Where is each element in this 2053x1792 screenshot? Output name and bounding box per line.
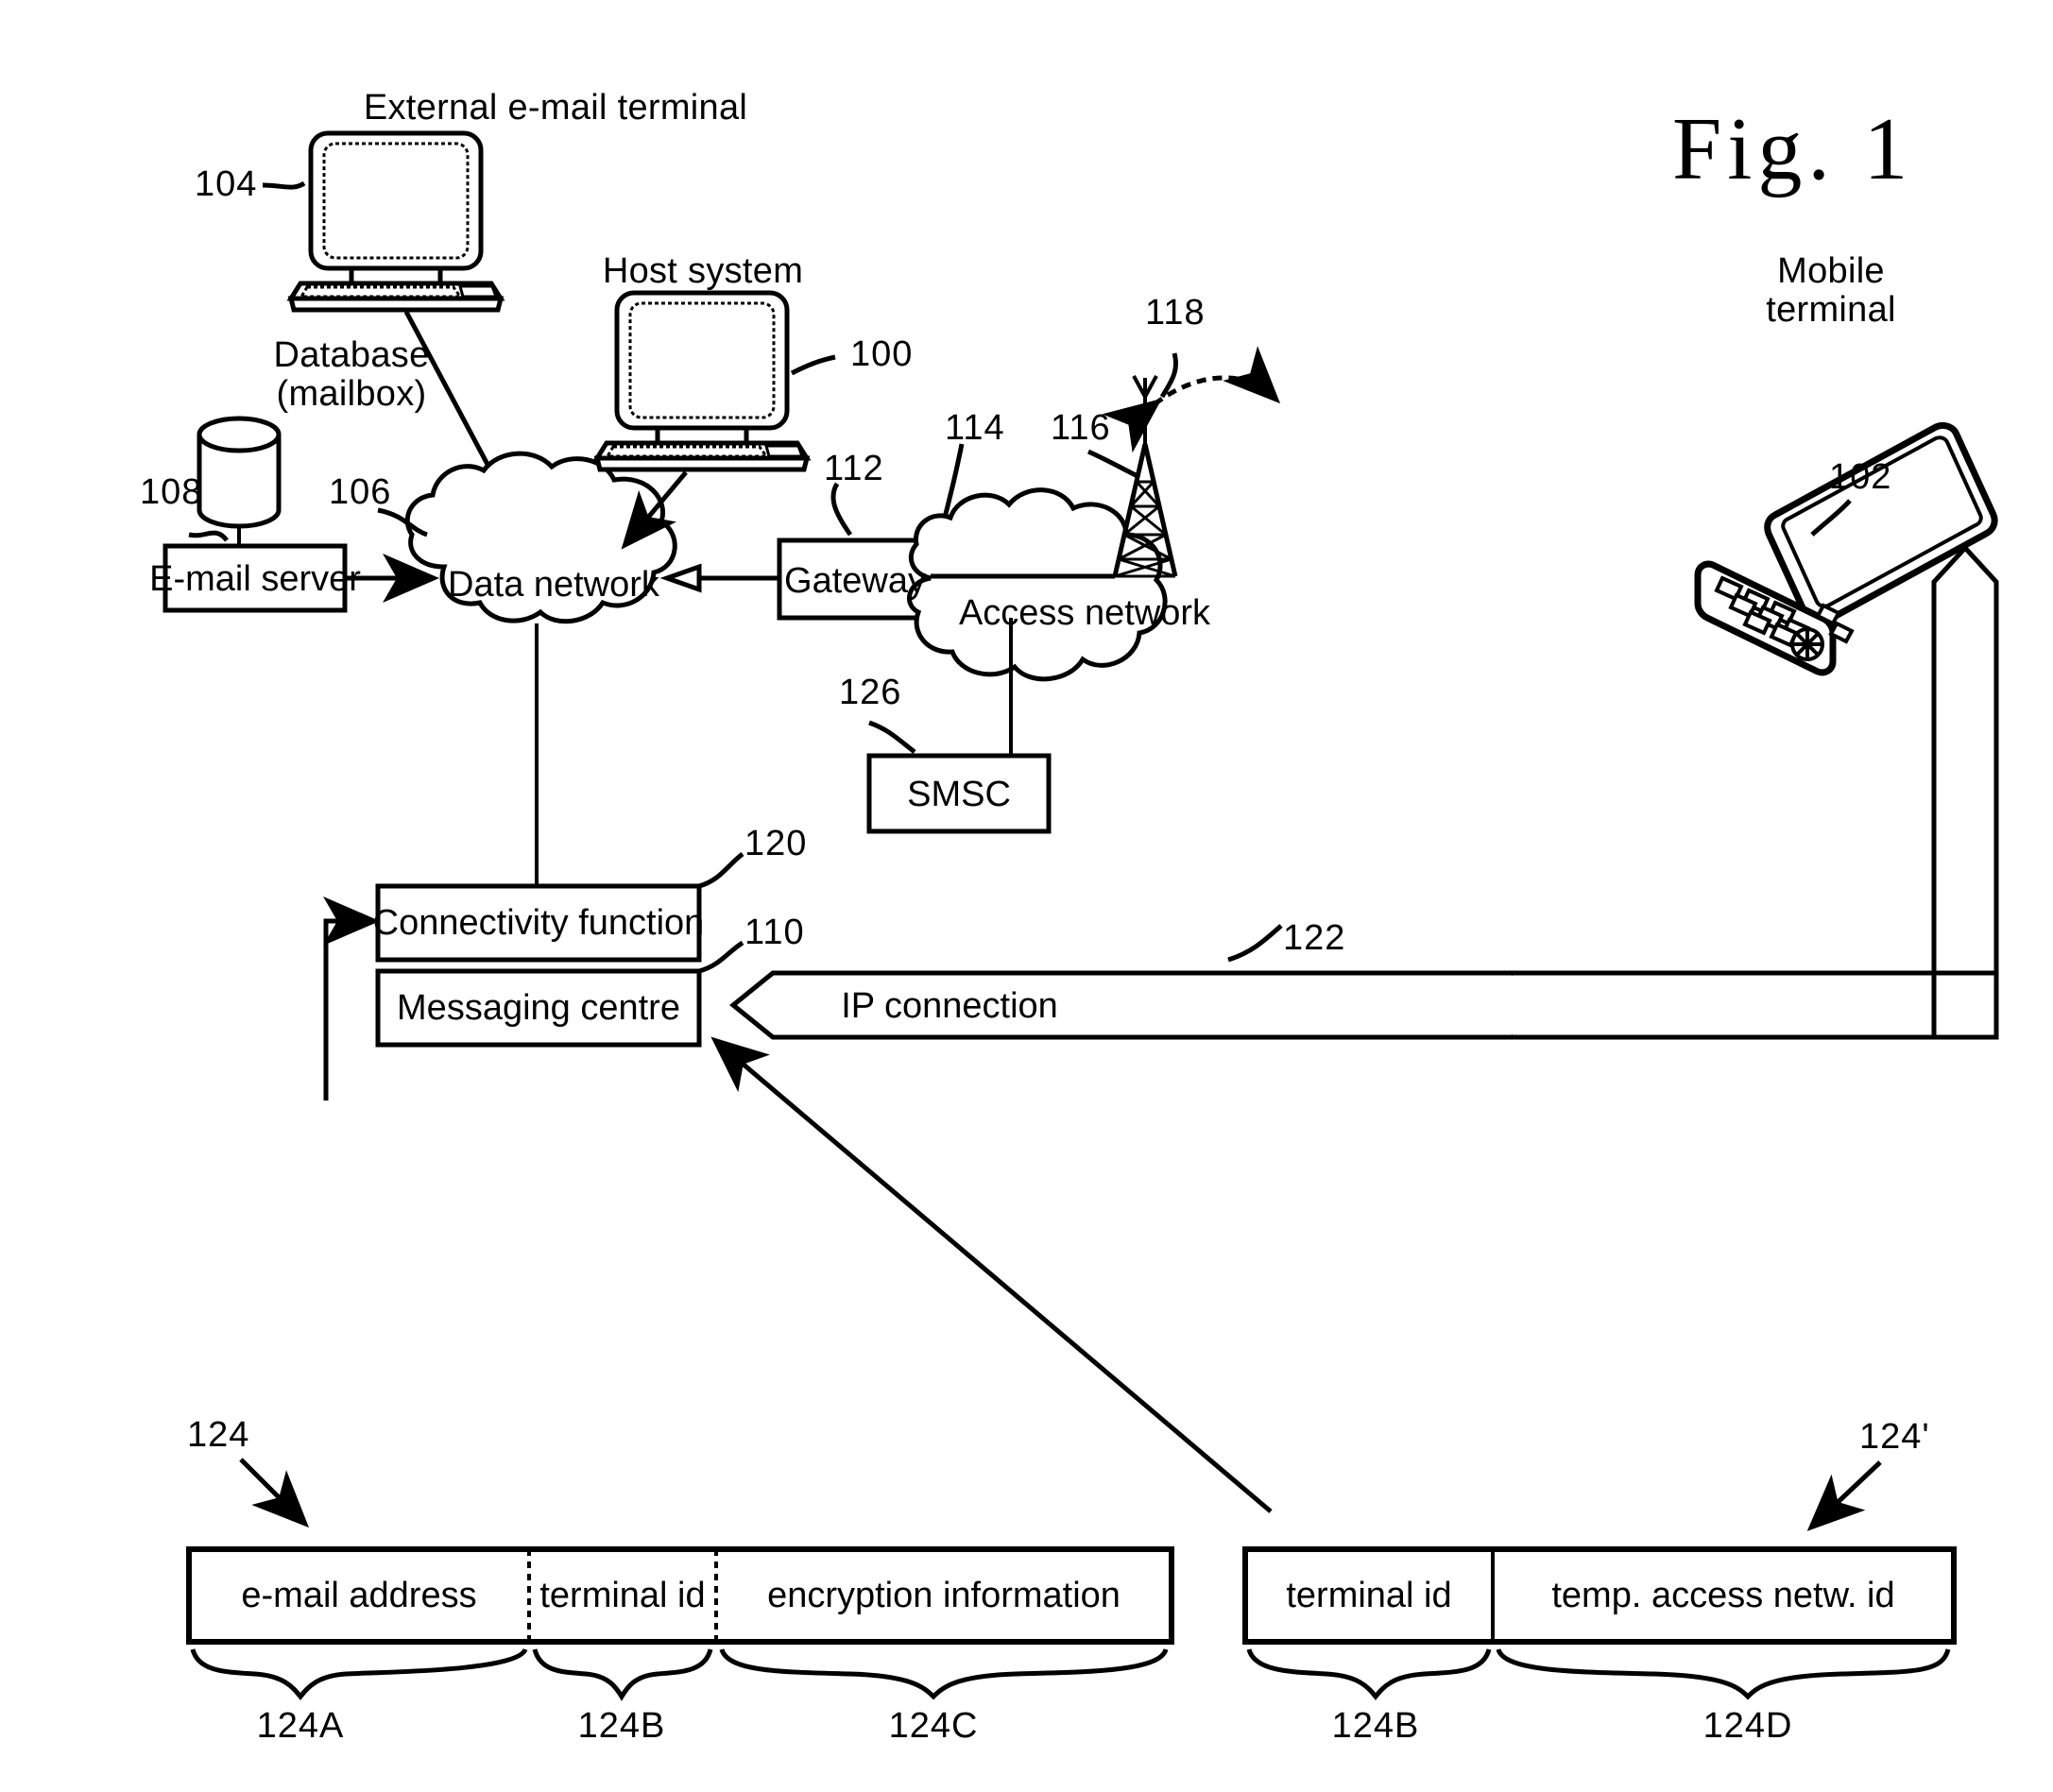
arrow-data-network-left <box>659 563 702 593</box>
refnum-114: 114 <box>945 408 1005 448</box>
leader-104 <box>262 180 306 190</box>
caption-host-system: Host system <box>602 251 804 291</box>
caption-database: Database <box>273 335 430 375</box>
record-124prime-table <box>1242 1546 1957 1701</box>
refnum-122: 122 <box>1283 918 1346 958</box>
refnum-116: 116 <box>1051 408 1111 448</box>
refnum-106: 106 <box>329 472 392 512</box>
link-record-to-connectivity-function <box>323 896 380 1101</box>
leader-122 <box>1227 924 1283 963</box>
email-server-label: E-mail server <box>149 559 361 599</box>
leader-112 <box>830 482 853 537</box>
refnum-124: 124 <box>187 1415 250 1455</box>
refnum-124D: 124D <box>1702 1706 1793 1746</box>
caption-mobile-terminal-line1: Mobile <box>1777 251 1885 291</box>
refnum-118: 118 <box>1145 293 1206 333</box>
refnum-124B-right: 124B <box>1331 1706 1420 1746</box>
link-record-prime-to-messaging-centre <box>710 1036 1273 1513</box>
leader-110 <box>698 940 744 974</box>
base-station-tower-icon <box>1112 375 1178 578</box>
ip-connection-label: IP connection <box>841 986 1058 1026</box>
record-124-field-encryption-information: encryption information <box>767 1576 1121 1615</box>
record-124prime-field-temp-access-netw-id: temp. access netw. id <box>1551 1576 1895 1615</box>
refnum-124C: 124C <box>888 1706 979 1746</box>
refnum-110: 110 <box>744 913 805 952</box>
figure-canvas: Fig. 1 External e-mail terminal Database… <box>0 0 2053 1792</box>
leader-124 <box>239 1458 310 1528</box>
refnum-120: 120 <box>744 824 808 863</box>
external-email-terminal-icon <box>286 130 505 313</box>
record-124-field-terminal-id: terminal id <box>539 1576 706 1615</box>
leader-126 <box>868 720 916 754</box>
refnum-108: 108 <box>140 472 203 512</box>
refnum-112: 112 <box>824 449 884 488</box>
access-network-label: Access network <box>958 593 1211 633</box>
host-system-icon <box>592 290 812 472</box>
record-124-table <box>186 1546 1174 1701</box>
diagram-vector-layer <box>163 130 1999 1701</box>
leader-108 <box>188 530 229 542</box>
refnum-102: 102 <box>1829 457 1892 497</box>
caption-mobile-terminal-line2: terminal <box>1766 290 1896 330</box>
refnum-100: 100 <box>850 334 914 374</box>
caption-external-email-terminal: External e-mail terminal <box>363 88 748 128</box>
leader-124prime <box>1806 1460 1882 1531</box>
connectivity-function-label: Connectivity function <box>372 903 705 943</box>
data-network-label: Data network <box>448 565 659 605</box>
leader-100 <box>790 354 836 376</box>
leader-116 <box>1086 449 1139 479</box>
messaging-centre-label: Messaging centre <box>397 988 680 1028</box>
record-124prime-field-terminal-id: terminal id <box>1286 1576 1452 1615</box>
refnum-124B-left: 124B <box>577 1706 666 1746</box>
refnum-126: 126 <box>839 673 902 712</box>
caption-database-mailbox: (mailbox) <box>276 374 427 414</box>
smsc-label: SMSC <box>907 775 1011 814</box>
record-124-field-email-address: e-mail address <box>241 1576 477 1615</box>
leader-120 <box>698 852 744 889</box>
refnum-124A: 124A <box>256 1706 345 1746</box>
figure-title: Fig. 1 <box>1672 100 1914 198</box>
link-mobile-terminal-to-ip-connection <box>1931 544 1999 1037</box>
database-cylinder-icon <box>197 416 282 529</box>
refnum-104: 104 <box>195 164 258 204</box>
refnum-124-prime: 124' <box>1859 1417 1930 1457</box>
gateway-label: Gateway <box>784 561 926 601</box>
